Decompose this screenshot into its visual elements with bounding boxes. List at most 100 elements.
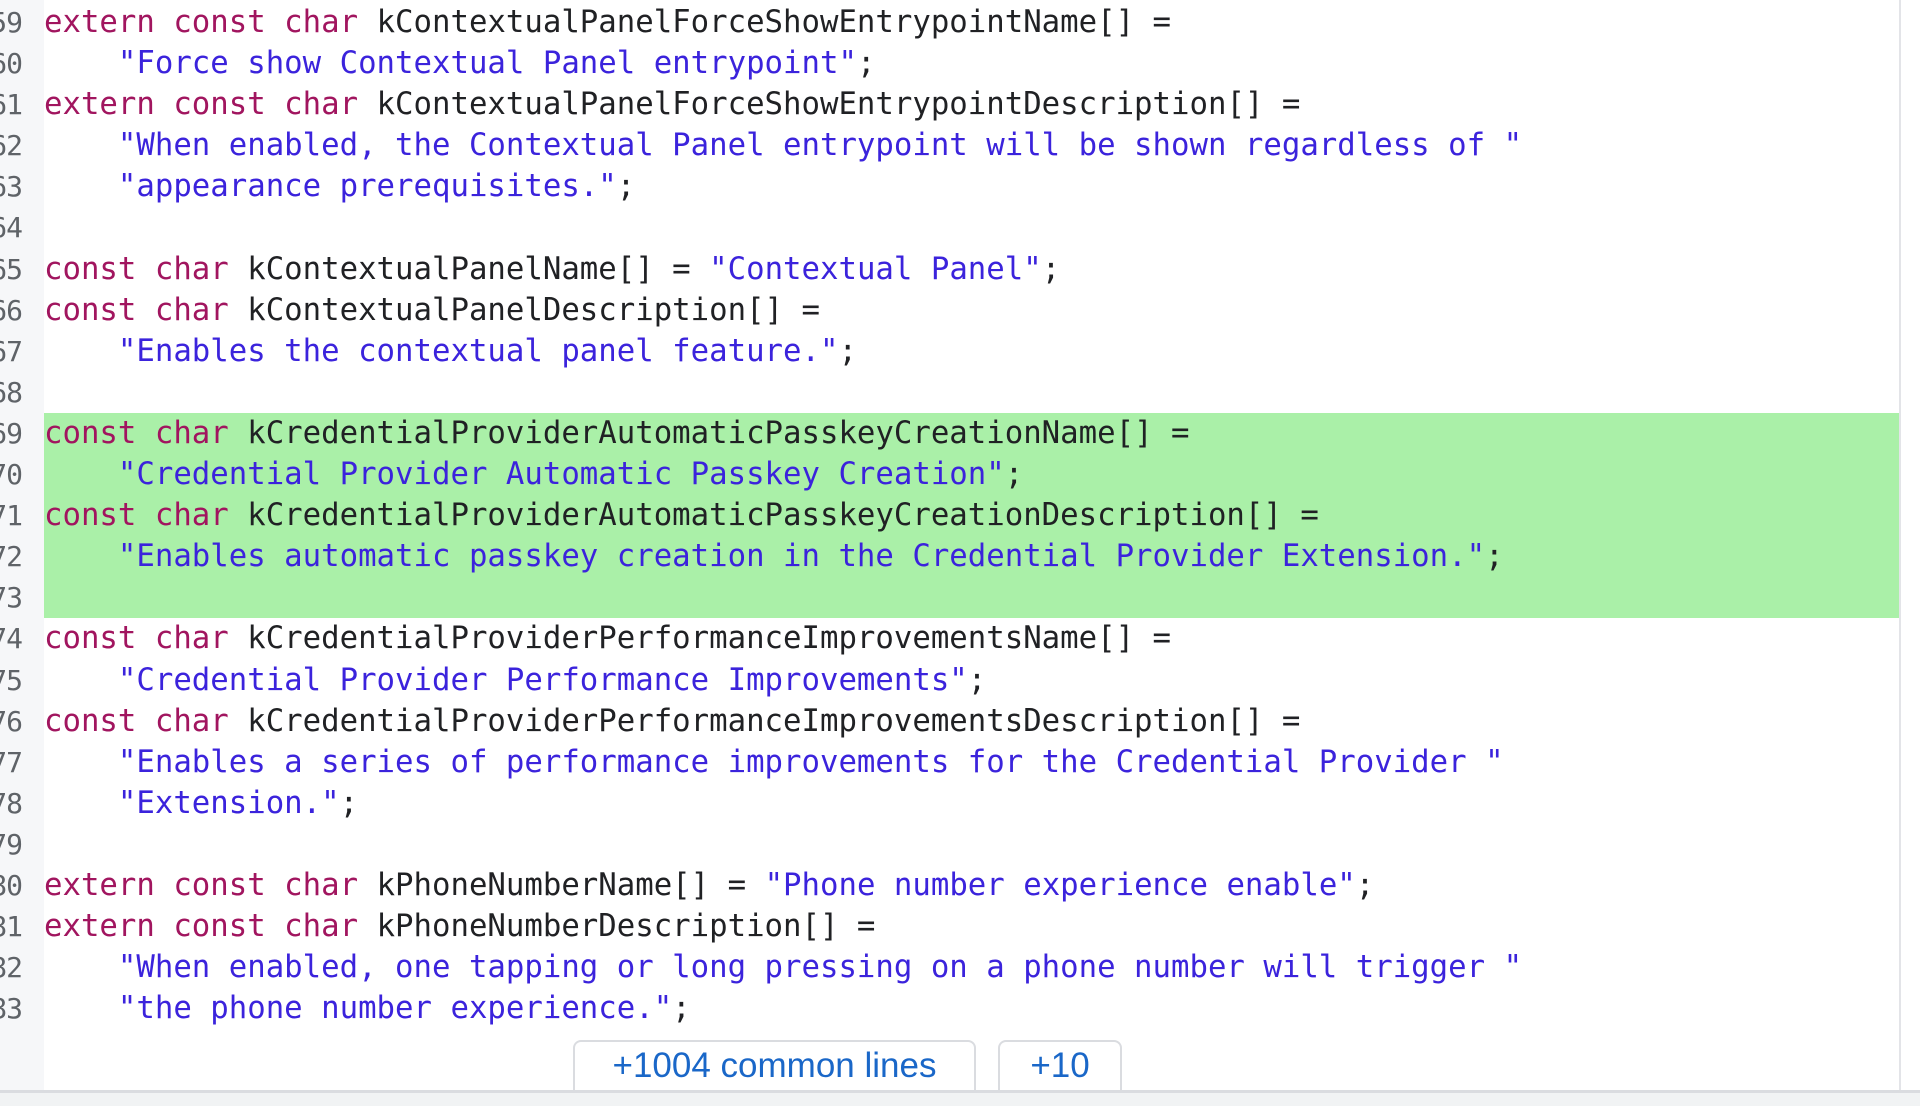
line-number-cell: 72 (0, 536, 44, 578)
line-number: 65 (0, 252, 23, 286)
keyword-token: extern const char (44, 5, 377, 40)
keyword-token: const char (44, 621, 248, 657)
keyword-token: const char (44, 251, 248, 287)
code-text: "Extension."; (44, 783, 358, 824)
line-number: 69 (0, 416, 23, 450)
punctuation-token (44, 745, 118, 780)
code-line: 83 "the phone number experience."; (0, 988, 1900, 1029)
line-number: 68 (0, 375, 23, 409)
punctuation-token: ; (967, 662, 987, 698)
punctuation-token: ; (1485, 539, 1504, 575)
code-text: "When enabled, one tapping or long press… (44, 947, 1522, 988)
code-listing: 59 extern const char kContextualPanelForc… (0, 2, 1900, 1029)
punctuation-token (44, 334, 118, 369)
line-number-cell: 80 (0, 865, 44, 906)
punctuation-token (44, 539, 118, 574)
line-number-cell: 65 (0, 249, 44, 290)
string-token: "appearance prerequisites." (117, 169, 617, 205)
code-line: 75 "Credential Provider Performance Impr… (0, 660, 1900, 701)
code-line: 80 extern const char kPhoneNumberName[] =… (0, 865, 1900, 906)
line-number: 66 (0, 293, 23, 327)
line-number-cell: 67 (0, 331, 44, 372)
code-text: const char kContextualPanelDescription[]… (44, 290, 820, 331)
punctuation-token: [] = (1226, 703, 1301, 739)
line-number: 63 (0, 170, 23, 204)
line-number: 70 (0, 458, 23, 492)
punctuation-token (44, 169, 118, 204)
line-number: 81 (0, 910, 23, 944)
punctuation-token: [] = (616, 251, 710, 287)
punctuation-token: [] = (1244, 498, 1319, 534)
string-token: "Enables automatic passkey creation in t… (117, 539, 1486, 575)
code-text: "When enabled, the Contextual Panel entr… (44, 125, 1522, 166)
identifier-token: kCredentialProviderAutomaticPasskeyCreat… (247, 498, 1245, 534)
line-number-cell: 61 (0, 84, 44, 125)
string-token: "Force show Contextual Panel entrypoint" (117, 46, 857, 82)
identifier-token: kPhoneNumberName (376, 867, 673, 903)
identifier-token: kContextualPanelForceShowEntrypointName (376, 5, 1098, 40)
punctuation-token: [] = (801, 909, 876, 945)
code-text: "Credential Provider Performance Improve… (44, 660, 986, 701)
line-number: 74 (0, 622, 23, 656)
punctuation-token: [] = (1097, 5, 1172, 40)
line-number: 75 (0, 663, 23, 697)
keyword-token: extern const char (44, 867, 377, 903)
punctuation-token: ; (339, 785, 359, 821)
line-number: 76 (0, 704, 23, 738)
line-number: 83 (0, 992, 23, 1026)
diff-viewer: 59 extern const char kContextualPanelForc… (0, 0, 1920, 1106)
punctuation-token: [] = (672, 867, 765, 903)
line-number: 78 (0, 786, 23, 820)
code-text: const char kContextualPanelName[] = "Con… (44, 249, 1060, 290)
line-number-cell: 73 (0, 577, 44, 619)
code-text: "Credential Provider Automatic Passkey C… (44, 454, 1023, 495)
line-number-cell: 59 (0, 2, 44, 43)
punctuation-token (44, 46, 118, 81)
punctuation-token (44, 991, 118, 1026)
code-line: 64 (0, 207, 1900, 248)
string-token: "When enabled, one tapping or long press… (117, 950, 1523, 986)
code-text: const char kCredentialProviderAutomaticP… (44, 413, 1190, 454)
line-number-cell: 78 (0, 783, 44, 824)
line-number-cell: 60 (0, 43, 44, 84)
line-number-cell: 68 (0, 372, 44, 413)
identifier-token: kContextualPanelForceShowEntrypointDescr… (376, 87, 1227, 123)
code-line: 63 "appearance prerequisites."; (0, 166, 1900, 207)
line-number-cell: 69 (0, 412, 44, 455)
expand-more-lines-button[interactable]: +10 (998, 1040, 1122, 1090)
line-number-cell: 64 (0, 207, 44, 248)
code-line: 61 extern const char kContextualPanelForc… (0, 84, 1900, 125)
code-line: 78 "Extension."; (0, 783, 1900, 824)
line-number-cell: 62 (0, 125, 44, 166)
keyword-token: extern const char (44, 87, 377, 123)
keyword-token: const char (44, 292, 248, 328)
line-number: 67 (0, 334, 23, 368)
line-number-cell: 71 (0, 495, 44, 537)
punctuation-token: [] = (1097, 621, 1172, 657)
code-line: 74 const char kCredentialProviderPerforma… (0, 618, 1900, 659)
code-line: 65 const char kContextualPanelName[] = "C… (0, 249, 1900, 290)
punctuation-token: ; (1004, 457, 1024, 493)
expand-common-lines-button[interactable]: +1004 common lines (573, 1040, 976, 1090)
horizontal-scrollbar[interactable] (0, 1090, 1920, 1106)
punctuation-token: [] = (1115, 415, 1190, 451)
punctuation-token (44, 786, 118, 821)
punctuation-token (44, 128, 118, 163)
code-text: extern const char kPhoneNumberName[] = "… (44, 865, 1374, 906)
identifier-token: kContextualPanelDescription (247, 292, 747, 328)
line-number: 73 (0, 581, 23, 615)
punctuation-token: ; (616, 169, 636, 205)
code-line: 67 "Enables the contextual panel feature… (0, 331, 1900, 372)
code-text: extern const char kPhoneNumberDescriptio… (44, 906, 875, 947)
line-number-cell: 81 (0, 906, 44, 947)
line-number: 61 (0, 88, 23, 122)
code-line: 60 "Force show Contextual Panel entrypoi… (0, 43, 1900, 84)
line-number: 62 (0, 129, 23, 163)
added-code-line: 73 (0, 577, 1900, 619)
code-line: 66 const char kContextualPanelDescription… (0, 290, 1900, 331)
code-text: const char kCredentialProviderAutomaticP… (44, 495, 1319, 536)
code-text: "Enables a series of performance improve… (44, 742, 1504, 783)
code-text: "the phone number experience."; (44, 988, 691, 1029)
identifier-token: kCredentialProviderPerformanceImprovemen… (247, 621, 1098, 657)
line-number: 80 (0, 868, 23, 902)
